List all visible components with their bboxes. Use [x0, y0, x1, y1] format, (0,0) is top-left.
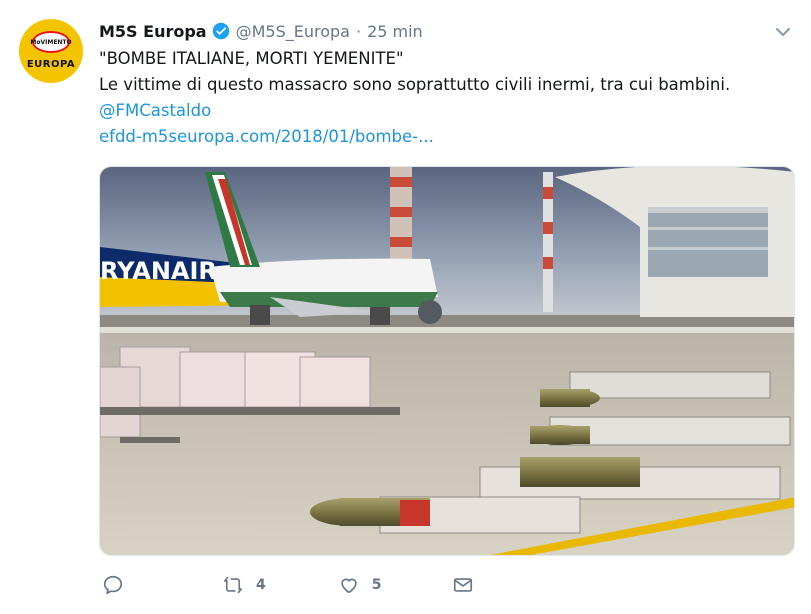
author-handle[interactable]: @M5S_Europa: [236, 22, 350, 41]
tweet-text: "BOMBE ITALIANE, MORTI YEMENITE" Le vitt…: [99, 46, 730, 150]
reply-icon: [103, 575, 123, 595]
avatar-label: EUROPA: [26, 59, 76, 70]
tweet-line-body: Le vittime di questo massacro sono sopra…: [99, 75, 731, 94]
tweet-media-image[interactable]: RYANAIR: [99, 166, 795, 556]
retweet-count: 4: [256, 577, 266, 593]
url-link[interactable]: efdd-m5seuropa.com/2018/01/bombe-...: [99, 124, 730, 150]
timestamp[interactable]: 25 min: [367, 22, 423, 41]
avatar-logo-badge: MoVIMENTO: [30, 31, 72, 53]
separator-dot: ·: [355, 21, 362, 41]
ryanair-livery-text: RYANAIR: [100, 257, 217, 285]
mention-link[interactable]: @FMCastaldo: [99, 98, 730, 124]
tweet-header: M5S Europa @M5S_Europa · 25 min: [99, 20, 423, 42]
author-name[interactable]: M5S Europa: [99, 22, 207, 41]
like-icon: [341, 578, 357, 594]
like-count: 5: [371, 577, 382, 593]
direct-message-button[interactable]: [452, 574, 474, 596]
avatar-badge-text: MoVIMENTO: [30, 38, 72, 46]
tweet-actions: 4 5: [102, 574, 474, 596]
verified-badge-icon: [212, 22, 229, 40]
like-button[interactable]: 5: [338, 574, 382, 596]
reply-button[interactable]: [102, 574, 136, 596]
airport-scene-illustration: RYANAIR: [100, 167, 794, 555]
retweet-button[interactable]: 4: [222, 574, 266, 596]
tweet-line-headline: "BOMBE ITALIANE, MORTI YEMENITE": [99, 49, 404, 68]
direct-message-icon: [453, 578, 472, 592]
avatar[interactable]: MoVIMENTO EUROPA: [19, 19, 83, 83]
retweet-icon: [223, 576, 243, 594]
caret-down-icon[interactable]: [775, 26, 791, 38]
